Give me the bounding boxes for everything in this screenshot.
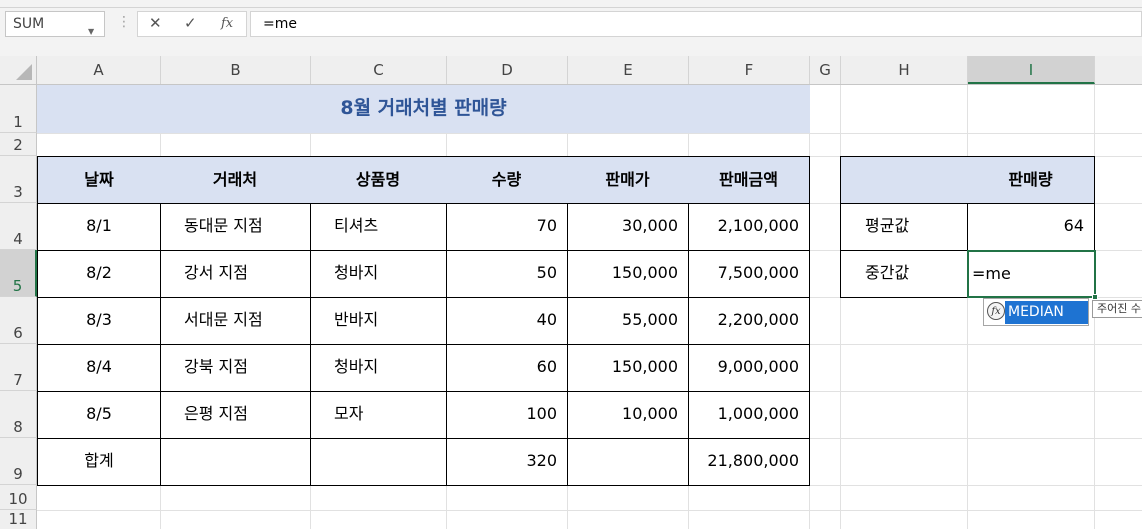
- row-header-7[interactable]: 7: [0, 344, 37, 391]
- row-header-label: 2: [13, 136, 23, 154]
- table-cell[interactable]: 55,000: [567, 297, 689, 345]
- row-header-label: 7: [13, 371, 23, 389]
- table-cell[interactable]: 티셔츠: [310, 203, 447, 251]
- cancel-icon[interactable]: ✕: [149, 14, 162, 32]
- row-header-label: 9: [13, 465, 23, 483]
- column-header-row: A B C D E F G H I J: [0, 56, 1142, 85]
- row-header-label: 6: [13, 324, 23, 342]
- formula-input[interactable]: =me: [250, 11, 1142, 37]
- row-header-label: 11: [8, 510, 28, 528]
- row-header-11[interactable]: 11: [0, 510, 37, 529]
- select-all-button[interactable]: [0, 56, 37, 84]
- autocomplete-item-median[interactable]: MEDIAN: [1005, 301, 1088, 324]
- row-header-label: 8: [13, 418, 23, 436]
- function-tooltip: 주어진 수: [1092, 300, 1142, 318]
- column-header-g[interactable]: G: [810, 56, 841, 84]
- column-header-c[interactable]: C: [311, 56, 447, 84]
- gridline: [37, 133, 1142, 134]
- table-cell[interactable]: [160, 438, 311, 486]
- table-cell[interactable]: 1,000,000: [688, 391, 810, 439]
- row-header-8[interactable]: 8: [0, 391, 37, 438]
- table-cell[interactable]: 반바지: [310, 297, 447, 345]
- function-icon: fx: [987, 302, 1005, 320]
- table-cell[interactable]: 서대문 지점: [160, 297, 311, 345]
- table-cell[interactable]: 50: [446, 250, 568, 298]
- gridline: [37, 510, 1142, 511]
- table-cell[interactable]: 8/2: [37, 250, 161, 298]
- table-cell[interactable]: 70: [446, 203, 568, 251]
- total-quantity-cell[interactable]: 320: [446, 438, 568, 486]
- name-box-dropdown-icon[interactable]: ▼: [88, 27, 94, 36]
- header-cell-product[interactable]: 상품명: [310, 156, 447, 204]
- formula-bar-grip-icon: ⋮: [117, 14, 131, 30]
- row-header-label: 4: [13, 230, 23, 248]
- table-cell[interactable]: [310, 438, 447, 486]
- enter-icon[interactable]: ✓: [184, 14, 197, 32]
- header-cell-client[interactable]: 거래처: [160, 156, 311, 204]
- table-cell[interactable]: 7,500,000: [688, 250, 810, 298]
- summary-header-blank[interactable]: [840, 156, 968, 204]
- table-cell[interactable]: 60: [446, 344, 568, 392]
- header-cell-price[interactable]: 판매가: [567, 156, 689, 204]
- row-header-1[interactable]: 1: [0, 85, 37, 133]
- active-cell-text: =me: [972, 264, 1011, 283]
- table-cell[interactable]: 8/3: [37, 297, 161, 345]
- header-cell-amount[interactable]: 판매금액: [688, 156, 810, 204]
- table-cell[interactable]: 은평 지점: [160, 391, 311, 439]
- row-header-label: 10: [8, 490, 28, 508]
- table-cell[interactable]: 150,000: [567, 250, 689, 298]
- column-header-a[interactable]: A: [37, 56, 161, 84]
- table-cell[interactable]: 150,000: [567, 344, 689, 392]
- summary-value-average[interactable]: 64: [967, 203, 1095, 251]
- row-header-2[interactable]: 2: [0, 133, 37, 156]
- row-header-label: 3: [13, 183, 23, 201]
- summary-label-median[interactable]: 중간값: [840, 250, 968, 298]
- column-header-f[interactable]: F: [689, 56, 810, 84]
- table-cell[interactable]: 9,000,000: [688, 344, 810, 392]
- ribbon-strip: [0, 0, 1142, 8]
- row-header-label: 1: [13, 113, 23, 131]
- row-header-6[interactable]: 6: [0, 297, 37, 344]
- formula-bar-buttons: ✕ ✓ fx: [137, 11, 247, 37]
- table-cell[interactable]: 30,000: [567, 203, 689, 251]
- row-header-label: 5: [12, 277, 23, 295]
- table-cell[interactable]: [567, 438, 689, 486]
- row-header-3[interactable]: 3: [0, 156, 37, 203]
- table-cell[interactable]: 강서 지점: [160, 250, 311, 298]
- table-cell[interactable]: 100: [446, 391, 568, 439]
- table-cell[interactable]: 동대문 지점: [160, 203, 311, 251]
- table-cell[interactable]: 청바지: [310, 344, 447, 392]
- table-cell[interactable]: 2,100,000: [688, 203, 810, 251]
- table-cell[interactable]: 8/4: [37, 344, 161, 392]
- row-header-4[interactable]: 4: [0, 203, 37, 250]
- total-label-cell[interactable]: 합계: [37, 438, 161, 486]
- table-cell[interactable]: 강북 지점: [160, 344, 311, 392]
- sheet-title[interactable]: 8월 거래처별 판매량: [37, 85, 810, 133]
- insert-function-icon[interactable]: fx: [221, 16, 233, 31]
- header-cell-quantity[interactable]: 수량: [446, 156, 568, 204]
- table-cell[interactable]: 8/1: [37, 203, 161, 251]
- column-header-b[interactable]: B: [161, 56, 311, 84]
- row-header-9[interactable]: 9: [0, 438, 37, 485]
- table-cell[interactable]: 8/5: [37, 391, 161, 439]
- row-header-10[interactable]: 10: [0, 485, 37, 510]
- column-header-j[interactable]: J: [1095, 56, 1142, 84]
- table-cell[interactable]: 40: [446, 297, 568, 345]
- row-header-5[interactable]: 5: [0, 250, 37, 297]
- gridline: [840, 85, 841, 529]
- table-cell[interactable]: 청바지: [310, 250, 447, 298]
- table-cell[interactable]: 2,200,000: [688, 297, 810, 345]
- table-cell[interactable]: 10,000: [567, 391, 689, 439]
- table-cell[interactable]: 모자: [310, 391, 447, 439]
- column-header-d[interactable]: D: [447, 56, 568, 84]
- column-header-e[interactable]: E: [568, 56, 689, 84]
- header-cell-date[interactable]: 날짜: [37, 156, 161, 204]
- column-header-h[interactable]: H: [841, 56, 968, 84]
- summary-header-sales[interactable]: 판매량: [967, 156, 1095, 204]
- summary-label-average[interactable]: 평균값: [840, 203, 968, 251]
- column-header-i[interactable]: I: [968, 56, 1095, 84]
- gridline: [967, 85, 968, 529]
- total-amount-cell[interactable]: 21,800,000: [688, 438, 810, 486]
